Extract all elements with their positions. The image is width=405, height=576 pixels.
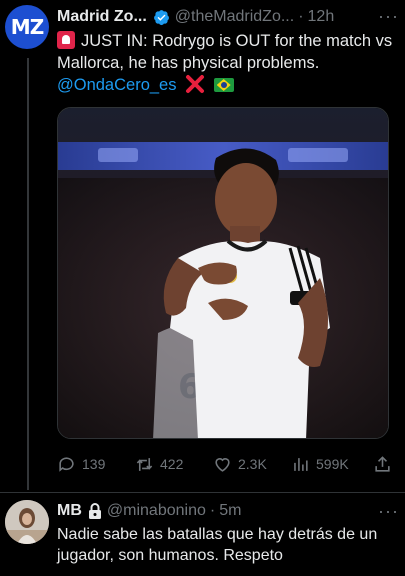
retweet-button[interactable]: 422 bbox=[135, 455, 183, 474]
reply-icon bbox=[59, 456, 74, 472]
reply-author-avatar[interactable] bbox=[5, 500, 49, 544]
cross-mark-icon bbox=[185, 74, 205, 94]
tweet-text: JUST IN: Rodrygo is OUT for the match vs… bbox=[57, 30, 397, 96]
heart-icon bbox=[215, 457, 230, 472]
reply-count: 139 bbox=[82, 456, 106, 472]
author-avatar[interactable]: MZ bbox=[5, 5, 49, 49]
thread-connector-line bbox=[27, 58, 29, 490]
retweet-icon bbox=[136, 457, 153, 471]
reply-more-options-icon[interactable]: ··· bbox=[378, 501, 399, 522]
more-options-icon[interactable]: ··· bbox=[378, 6, 399, 27]
share-icon bbox=[375, 455, 390, 472]
like-button[interactable]: 2.3K bbox=[213, 455, 267, 474]
retweet-count: 422 bbox=[160, 456, 184, 472]
avatar-initials: MZ bbox=[10, 15, 44, 39]
tweet-header: Madrid Zo... @theMadridZo... · 12h ··· bbox=[57, 6, 399, 28]
author-handle[interactable]: @theMadridZo... bbox=[175, 8, 294, 26]
reply-separator: · bbox=[209, 502, 216, 519]
brazil-flag-icon bbox=[213, 78, 234, 92]
views-button[interactable]: 599K bbox=[291, 455, 349, 474]
tweet-timestamp[interactable]: 12h bbox=[308, 8, 335, 26]
avatar-photo bbox=[5, 500, 49, 544]
verified-badge-icon[interactable] bbox=[153, 9, 170, 26]
siren-icon bbox=[57, 31, 75, 49]
like-count: 2.3K bbox=[238, 456, 267, 472]
tweet-media-image[interactable]: 6 bbox=[57, 107, 389, 439]
header-separator: · bbox=[298, 8, 304, 25]
lock-icon bbox=[88, 503, 102, 519]
views-icon bbox=[294, 457, 308, 471]
views-count: 599K bbox=[316, 456, 349, 472]
reply-header: MB @minabonino · 5m ··· bbox=[57, 501, 399, 521]
reply-text: Nadie sabe las batallas que hay detrás d… bbox=[57, 526, 378, 564]
reply-display-name[interactable]: MB bbox=[57, 502, 82, 520]
tweet-body: JUST IN: Rodrygo is OUT for the match vs… bbox=[57, 32, 393, 72]
reply-button[interactable]: 139 bbox=[57, 455, 105, 474]
tweet-divider bbox=[0, 492, 405, 493]
mention-link[interactable]: @OndaCero_es bbox=[57, 76, 176, 94]
author-display-name[interactable]: Madrid Zo... bbox=[57, 8, 147, 26]
share-button[interactable] bbox=[373, 455, 398, 474]
reply-timestamp[interactable]: 5m bbox=[219, 502, 241, 520]
reply-handle[interactable]: @minabonino bbox=[107, 502, 206, 520]
photo-rodrygo: 6 bbox=[58, 108, 388, 438]
tweet-actions-bar: 139 422 2.3K 599K bbox=[57, 454, 395, 474]
